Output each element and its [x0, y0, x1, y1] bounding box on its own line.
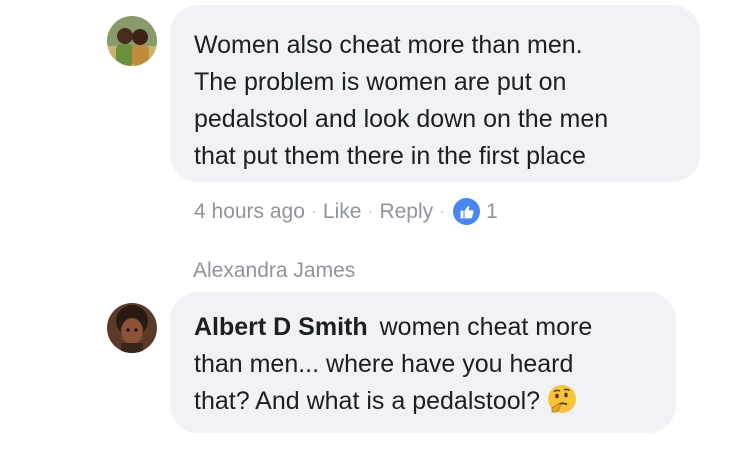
- separator-dot: ·: [368, 203, 373, 218]
- separator-dot: ·: [440, 203, 445, 218]
- comment-text-line: The problem is women are put on: [194, 68, 567, 96]
- avatar-commenter-2[interactable]: [107, 303, 157, 353]
- avatar-photo-icon: [107, 303, 157, 353]
- like-link[interactable]: Like: [323, 200, 362, 224]
- comment-timestamp[interactable]: 4 hours ago: [194, 200, 305, 224]
- comment-text-line: Women also cheat more than men.: [194, 31, 583, 59]
- thinking-face-emoji-icon: [546, 383, 578, 415]
- comment-author-name[interactable]: Albert D Smith: [194, 313, 368, 341]
- avatar-commenter-1[interactable]: [107, 16, 157, 66]
- reaction-count[interactable]: 1: [486, 200, 498, 224]
- comment-text: that? And what is a pedalstool?: [194, 387, 541, 415]
- comment-text: women cheat more: [379, 313, 593, 341]
- comment-text-line: that put them there in the first place: [194, 142, 586, 170]
- comment-actions-1: 4 hours ago · Like · Reply · 1: [194, 198, 498, 225]
- reply-link[interactable]: Reply: [379, 200, 433, 224]
- thumbs-up-icon[interactable]: [453, 198, 481, 225]
- comment-text-line: Albert D Smith women cheat more: [194, 309, 652, 346]
- replying-to-name[interactable]: Alexandra James: [193, 259, 355, 283]
- comment-bubble-1: Women also cheat more than men. The prob…: [170, 5, 700, 182]
- comment-text-line: pedalstool and look down on the men: [194, 105, 609, 133]
- comment-text-line: that? And what is a pedalstool?: [194, 383, 652, 420]
- avatar-photo-icon: [107, 16, 157, 66]
- separator-dot: ·: [311, 203, 316, 218]
- comment-bubble-2: Albert D Smith women cheat more than men.…: [170, 292, 676, 433]
- comment-text-line: than men... where have you heard: [194, 350, 574, 378]
